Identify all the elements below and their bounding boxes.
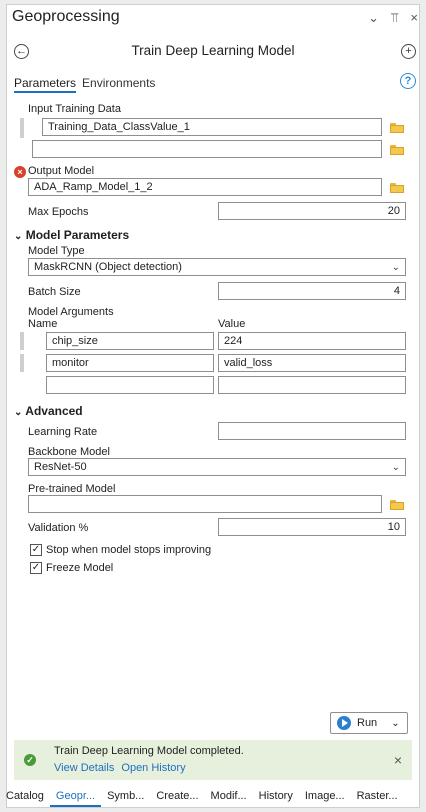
chevron-down-icon[interactable]: ⌄ (391, 718, 399, 729)
output-model-field[interactable]: ADA_Ramp_Model_1_2 (28, 178, 382, 196)
output-model-label: Output Model (28, 165, 95, 177)
run-button[interactable]: Run ⌄ (330, 712, 408, 734)
tab-image[interactable]: Image... (299, 790, 351, 802)
advanced-heading: Advanced (25, 404, 83, 418)
view-details-link[interactable]: View Details (54, 762, 114, 774)
max-epochs-label: Max Epochs (28, 206, 89, 218)
tab-create[interactable]: Create... (150, 790, 204, 802)
model-type-value: MaskRCNN (Object detection) (34, 261, 182, 273)
tab-environments[interactable]: Environments (82, 76, 155, 93)
freeze-model-label: Freeze Model (46, 562, 114, 574)
table-row-name-cell[interactable]: chip_size (46, 332, 214, 350)
window-controls: ⌄ ⫪ × (368, 10, 418, 26)
tab-modify[interactable]: Modif... (205, 790, 253, 802)
bottom-tab-bar: Catalog Geopr... Symb... Create... Modif… (0, 782, 426, 810)
backbone-model-select[interactable]: ResNet-50 ⌄ (28, 458, 406, 476)
close-icon[interactable]: × (394, 752, 402, 768)
chevron-down-icon: ⌄ (391, 462, 400, 473)
batch-size-label: Batch Size (28, 286, 81, 298)
error-icon: × (14, 166, 26, 178)
play-icon (337, 716, 351, 730)
model-parameters-heading: Model Parameters (25, 228, 130, 242)
pane-title: Geoprocessing (12, 8, 120, 25)
backbone-model-label: Backbone Model (28, 446, 110, 458)
row-drag-handle[interactable] (20, 118, 24, 138)
validation-field[interactable]: 10 (218, 518, 406, 536)
backbone-model-value: ResNet-50 (34, 461, 87, 473)
folder-icon[interactable] (390, 123, 404, 133)
status-message-bar: ✓ Train Deep Learning Model completed. V… (14, 740, 412, 780)
column-value-header: Value (218, 318, 246, 330)
plus-icon: + (405, 45, 412, 57)
model-arguments-label: Model Arguments (28, 306, 114, 318)
tab-symbology[interactable]: Symb... (101, 790, 150, 802)
run-label: Run (357, 717, 378, 729)
chevron-down-icon: ⌄ (14, 407, 23, 418)
chevron-down-icon: ⌄ (14, 231, 23, 242)
folder-icon[interactable] (390, 145, 404, 155)
folder-icon[interactable] (390, 183, 404, 193)
folder-icon[interactable] (390, 500, 404, 510)
tab-history[interactable]: History (253, 790, 299, 802)
close-icon[interactable]: × (410, 10, 418, 26)
pretrained-model-label: Pre-trained Model (28, 483, 116, 495)
table-row-value-cell[interactable]: 224 (218, 332, 406, 350)
model-type-label: Model Type (28, 245, 85, 257)
learning-rate-label: Learning Rate (28, 426, 98, 438)
input-training-data-empty-field[interactable] (32, 140, 382, 158)
tab-geoprocessing[interactable]: Geopr... (49, 790, 102, 807)
chevron-down-icon: ⌄ (391, 262, 400, 273)
table-row-name-cell[interactable]: monitor (46, 354, 214, 372)
input-training-data-field[interactable]: Training_Data_ClassValue_1 (42, 118, 382, 136)
open-history-link[interactable]: Open History (121, 762, 185, 774)
tab-catalog[interactable]: Catalog (0, 790, 50, 802)
row-drag-handle[interactable] (20, 332, 24, 350)
add-button[interactable]: + (401, 44, 416, 59)
freeze-model-checkbox[interactable]: ✓ (30, 562, 42, 574)
input-training-data-label: Input Training Data (28, 103, 121, 115)
tab-raster[interactable]: Raster... (351, 790, 404, 802)
table-row-name-cell[interactable] (46, 376, 214, 394)
tool-title: Train Deep Learning Model (131, 43, 295, 58)
pane-options-icon[interactable]: ⌄ (368, 10, 379, 26)
help-icon[interactable]: ? (400, 73, 416, 89)
stop-improving-checkbox[interactable]: ✓ (30, 544, 42, 556)
tab-parameters[interactable]: Parameters (14, 76, 77, 93)
status-links: View Details Open History (54, 762, 186, 774)
table-row-value-cell[interactable] (218, 376, 406, 394)
stop-improving-label: Stop when model stops improving (46, 544, 212, 556)
pretrained-model-field[interactable] (28, 495, 382, 513)
tab-bar: Parameters Environments (14, 76, 155, 93)
row-drag-handle[interactable] (20, 354, 24, 372)
advanced-header[interactable]: ⌄ Advanced (14, 404, 83, 418)
success-check-icon: ✓ (24, 754, 36, 766)
column-name-header: Name (28, 318, 58, 330)
pin-icon[interactable]: ⫪ (391, 10, 398, 26)
max-epochs-field[interactable]: 20 (218, 202, 406, 220)
validation-label: Validation % (28, 522, 89, 534)
learning-rate-field[interactable] (218, 422, 406, 440)
status-message: Train Deep Learning Model completed. (54, 745, 244, 757)
batch-size-field[interactable]: 4 (218, 282, 406, 300)
model-parameters-header[interactable]: ⌄ Model Parameters (14, 228, 129, 242)
table-row-value-cell[interactable]: valid_loss (218, 354, 406, 372)
model-type-select[interactable]: MaskRCNN (Object detection) ⌄ (28, 258, 406, 276)
